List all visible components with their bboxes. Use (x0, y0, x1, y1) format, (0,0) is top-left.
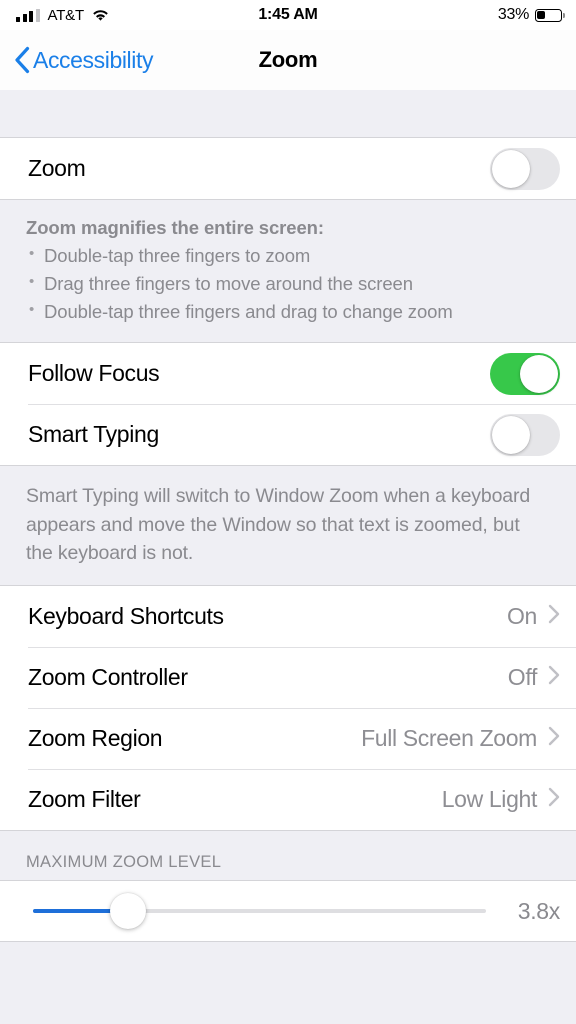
focus-group: Follow Focus Smart Typing (0, 342, 576, 467)
list-item: Drag three fingers to move around the sc… (26, 270, 550, 298)
zoom-toggle-group: Zoom (0, 137, 576, 200)
zoom-description-footer: Zoom magnifies the entire screen: Double… (0, 200, 576, 343)
row-zoom-region-value: Full Screen Zoom (361, 725, 537, 752)
zoom-toggle[interactable] (490, 147, 560, 190)
smart-typing-toggle-knob (492, 415, 530, 454)
row-zoom-controller-right: Off (508, 664, 560, 691)
row-zoom-region-right: Full Screen Zoom (361, 725, 560, 752)
zoom-options-group: Keyboard Shortcuts On Zoom Controller Of… (0, 585, 576, 832)
row-zoom-controller-value: Off (507, 664, 538, 691)
section-gap (0, 90, 576, 137)
row-smart-typing-label: Smart Typing (28, 421, 159, 448)
zoom-footer-bullets: Double-tap three fingers to zoom Drag th… (26, 242, 550, 326)
iphone-settings-screen: AT&T 1:45 AM 33% Accessibility Zoom Zoom… (0, 0, 576, 1024)
smart-typing-footer: Smart Typing will switch to Window Zoom … (0, 466, 576, 586)
row-zoom-filter[interactable]: Zoom Filter Low Light (0, 769, 576, 831)
smart-typing-footer-text: Smart Typing will switch to Window Zoom … (26, 485, 531, 565)
row-zoom-filter-right: Low Light (442, 786, 560, 813)
row-zoom-label: Zoom (28, 155, 86, 181)
chevron-right-icon (548, 787, 560, 812)
max-zoom-value-label: 3.8x (517, 897, 561, 924)
row-zoom[interactable]: Zoom (0, 138, 576, 199)
zoom-toggle-knob (492, 149, 530, 188)
battery-icon (535, 8, 565, 22)
row-zoom-region-label: Zoom Region (28, 725, 163, 752)
row-keyboard-shortcuts-right: On (507, 603, 560, 630)
zoom-footer-title: Zoom magnifies the entire screen: (26, 217, 324, 238)
row-zoom-controller-label: Zoom Controller (28, 664, 188, 691)
row-zoom-region[interactable]: Zoom Region Full Screen Zoom (0, 708, 576, 770)
row-zoom-filter-value: Low Light (441, 786, 538, 813)
navigation-bar: Accessibility Zoom (0, 30, 576, 90)
row-follow-focus-label: Follow Focus (28, 360, 160, 387)
list-item: Double-tap three fingers and drag to cha… (26, 298, 550, 326)
follow-focus-toggle-knob (520, 354, 558, 393)
status-bar: AT&T 1:45 AM 33% (0, 0, 576, 30)
list-item: Double-tap three fingers to zoom (26, 242, 550, 270)
row-keyboard-shortcuts[interactable]: Keyboard Shortcuts On (0, 586, 576, 648)
page-title: Zoom (258, 47, 318, 72)
max-zoom-slider[interactable] (33, 891, 486, 931)
row-smart-typing[interactable]: Smart Typing (0, 404, 576, 466)
row-follow-focus[interactable]: Follow Focus (0, 343, 576, 405)
bottom-spacer (0, 942, 576, 1005)
status-bar-clock: 1:45 AM (258, 6, 318, 23)
chevron-right-icon (548, 604, 560, 629)
follow-focus-toggle[interactable] (490, 352, 560, 395)
chevron-right-icon (548, 726, 560, 751)
max-zoom-slider-row: 3.8x (0, 880, 576, 943)
row-zoom-filter-label: Zoom Filter (28, 786, 141, 813)
row-keyboard-shortcuts-label: Keyboard Shortcuts (28, 603, 224, 630)
status-bar-right: 33% (497, 0, 565, 30)
battery-percent-label: 33% (497, 6, 529, 23)
row-keyboard-shortcuts-value: On (507, 603, 537, 630)
slider-knob[interactable] (110, 893, 147, 930)
smart-typing-toggle[interactable] (490, 413, 560, 456)
row-zoom-controller[interactable]: Zoom Controller Off (0, 647, 576, 709)
chevron-right-icon (548, 665, 560, 690)
max-zoom-section-header: MAXIMUM ZOOM LEVEL (0, 831, 576, 881)
